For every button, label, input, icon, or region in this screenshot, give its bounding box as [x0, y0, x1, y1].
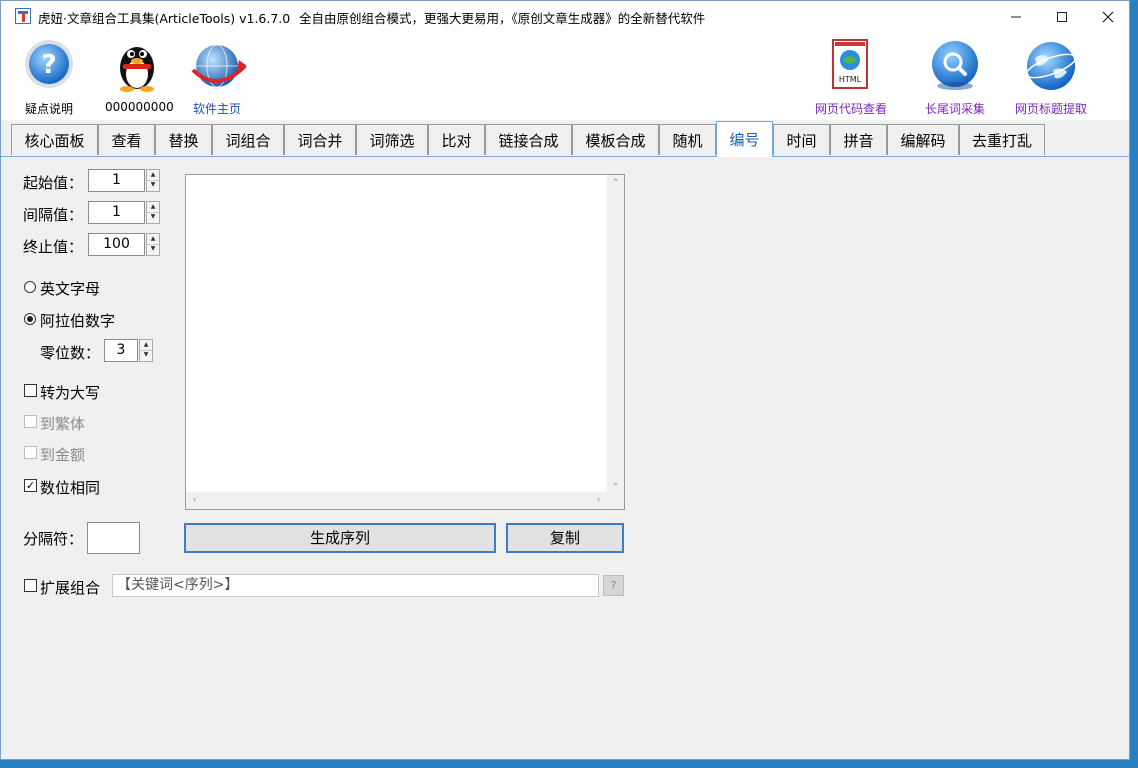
app-window: 虎妞·文章组合工具集(ArticleTools) v1.6.7.0 全自由原创组… — [0, 0, 1130, 760]
homepage-label: 软件主页 — [192, 102, 241, 116]
tab-time[interactable]: 时间 — [773, 124, 830, 155]
expand-template-input[interactable]: 【关键词<序列>】 — [112, 574, 599, 597]
end-label: 终止值： — [23, 238, 84, 256]
scroll-up-icon[interactable]: ⌃ — [607, 175, 624, 192]
letters-label[interactable]: 英文字母 — [40, 278, 100, 299]
step-spinner[interactable]: ▲ ▼ — [146, 201, 160, 224]
homepage-tool-button[interactable]: 软件主页 — [184, 36, 250, 117]
help-label: 疑点说明 — [24, 102, 73, 116]
letters-radio[interactable] — [24, 281, 36, 293]
penguin-icon — [107, 36, 167, 96]
minimize-icon — [1011, 16, 1021, 17]
zeros-value-input[interactable]: 3 — [104, 339, 138, 362]
scroll-right-icon[interactable]: › — [590, 492, 607, 509]
magnifier-icon — [925, 36, 985, 96]
horizontal-scrollbar[interactable]: ‹ › — [186, 492, 607, 509]
tab-numbering[interactable]: 编号 — [716, 121, 773, 157]
step-value-input[interactable]: 1 — [88, 201, 145, 224]
longtail-tool-button[interactable]: 长尾词采集 — [921, 36, 989, 117]
template-help-button: ? — [603, 575, 624, 596]
spin-down-icon[interactable]: ▼ — [147, 180, 159, 190]
separator-input[interactable] — [87, 522, 140, 554]
tab-pinyin[interactable]: 拼音 — [830, 124, 887, 155]
tab-random[interactable]: 随机 — [659, 124, 716, 155]
spin-down-icon[interactable]: ▼ — [140, 350, 152, 360]
longtail-label: 长尾词采集 — [924, 102, 985, 116]
html-document-icon: HTML — [821, 36, 881, 96]
maximize-button[interactable] — [1039, 1, 1085, 32]
scroll-down-icon[interactable]: ⌄ — [607, 475, 624, 492]
uppercase-label[interactable]: 转为大写 — [40, 382, 100, 403]
end-value-input[interactable]: 100 — [88, 233, 145, 256]
question-icon: ? — [19, 36, 79, 96]
money-label: 到金额 — [40, 446, 86, 464]
help-tool-button[interactable]: ? 疑点说明 — [19, 36, 79, 117]
uppercase-checkbox[interactable] — [24, 384, 37, 397]
spin-down-icon[interactable]: ▼ — [147, 212, 159, 222]
toolbar: ? 疑点说明 000000000 软件主页 HTML 网页代码查看 长尾词采集 … — [1, 32, 1129, 120]
tab-bar: 核心面板 查看 替换 词组合 词合并 词筛选 比对 链接合成 模板合成 随机 编… — [1, 120, 1129, 157]
tab-compare[interactable]: 比对 — [428, 124, 485, 155]
internet-globe-icon — [1021, 36, 1081, 96]
window-title: 虎妞·文章组合工具集(ArticleTools) v1.6.7.0 — [38, 11, 291, 26]
same-length-checkbox[interactable]: ✓ — [24, 479, 37, 492]
maximize-icon — [1057, 11, 1067, 22]
same-length-label[interactable]: 数位相同 — [40, 477, 100, 498]
arabic-label[interactable]: 阿拉伯数字 — [40, 310, 115, 331]
zeros-spinner[interactable]: ▲ ▼ — [139, 339, 153, 362]
qq-tool-button[interactable]: 000000000 — [105, 36, 174, 114]
expand-label[interactable]: 扩展组合 — [40, 577, 100, 598]
traditional-label: 到繁体 — [40, 415, 86, 433]
svg-text:?: ? — [41, 50, 56, 80]
close-icon — [1102, 11, 1114, 22]
copy-button[interactable]: 复制 — [506, 523, 624, 553]
tab-core-panel[interactable]: 核心面板 — [11, 124, 98, 155]
generate-button[interactable]: 生成序列 — [184, 523, 496, 553]
app-logo-icon — [15, 8, 31, 24]
vertical-scrollbar[interactable]: ⌃ ⌄ — [607, 175, 624, 492]
html-view-label: 网页代码查看 — [814, 102, 887, 116]
tab-template-compose[interactable]: 模板合成 — [572, 124, 659, 155]
globe-icon — [187, 36, 247, 96]
money-checkbox — [24, 446, 37, 459]
separator-label: 分隔符： — [23, 530, 84, 548]
tab-replace[interactable]: 替换 — [155, 124, 212, 155]
scroll-left-icon[interactable]: ‹ — [186, 492, 203, 509]
start-value-input[interactable]: 1 — [88, 169, 145, 192]
close-button[interactable] — [1085, 1, 1129, 32]
scroll-corner — [607, 492, 624, 509]
output-textarea[interactable]: ⌃ ⌄ ‹ › — [185, 174, 625, 510]
tab-link-compose[interactable]: 链接合成 — [485, 124, 572, 155]
tab-encode-decode[interactable]: 编解码 — [887, 124, 959, 155]
title-extract-tool-button[interactable]: 网页标题提取 — [1011, 36, 1091, 117]
title-bar: 虎妞·文章组合工具集(ArticleTools) v1.6.7.0 全自由原创组… — [1, 1, 1129, 32]
tab-word-filter[interactable]: 词筛选 — [356, 124, 428, 155]
title-extract-label: 网页标题提取 — [1014, 102, 1087, 116]
window-slogan: 全自由原创组合模式，更强大更易用，《原创文章生成器》的全新替代软件 — [299, 11, 706, 26]
html-badge-text: HTML — [839, 75, 862, 84]
step-label: 间隔值： — [23, 206, 84, 224]
traditional-checkbox — [24, 415, 37, 428]
expand-checkbox[interactable] — [24, 579, 37, 592]
spin-down-icon[interactable]: ▼ — [147, 244, 159, 254]
tab-word-combine[interactable]: 词组合 — [212, 124, 284, 155]
minimize-button[interactable] — [993, 1, 1039, 32]
tab-dedupe-shuffle[interactable]: 去重打乱 — [959, 124, 1045, 155]
start-spinner[interactable]: ▲ ▼ — [146, 169, 160, 192]
html-view-tool-button[interactable]: HTML 网页代码查看 — [811, 36, 891, 117]
qq-label: 000000000 — [105, 100, 174, 114]
arabic-radio[interactable] — [24, 313, 36, 325]
tab-word-merge[interactable]: 词合并 — [284, 124, 356, 155]
end-spinner[interactable]: ▲ ▼ — [146, 233, 160, 256]
numbering-panel: 起始值： 1 ▲ ▼ 间隔值： 1 ▲ ▼ 终止值： 100 ▲ ▼ 英文字母 … — [1, 157, 1129, 759]
tab-view[interactable]: 查看 — [98, 124, 155, 155]
zeros-label: 零位数： — [40, 344, 101, 362]
start-label: 起始值： — [23, 174, 84, 192]
